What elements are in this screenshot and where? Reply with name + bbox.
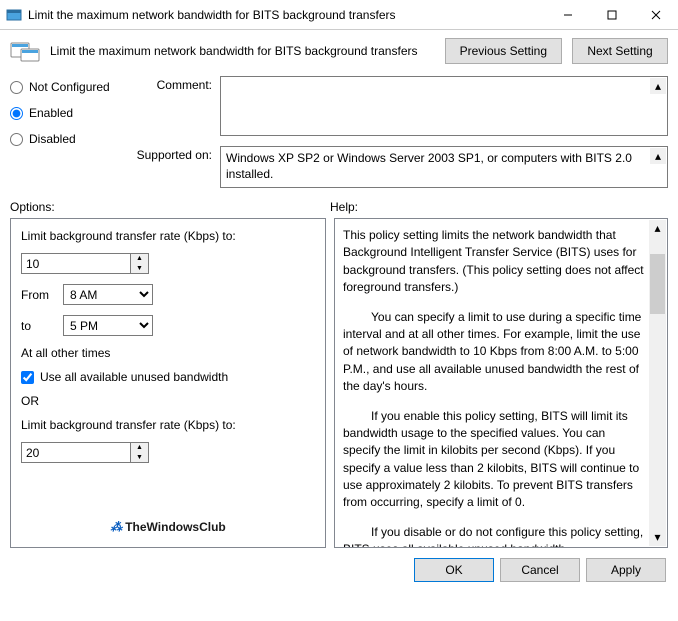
spin-up-icon[interactable]: ▲ [131, 254, 148, 264]
radio-not-configured-input[interactable] [10, 81, 23, 94]
use-all-bandwidth-checkbox[interactable]: Use all available unused bandwidth [21, 370, 315, 384]
radio-enabled[interactable]: Enabled [10, 106, 120, 120]
maximize-button[interactable] [590, 0, 634, 30]
state-radio-group: Not Configured Enabled Disabled [10, 76, 120, 188]
cancel-button[interactable]: Cancel [500, 558, 580, 582]
ok-button[interactable]: OK [414, 558, 494, 582]
from-label: From [21, 288, 55, 302]
minimize-button[interactable] [546, 0, 590, 30]
scroll-thumb[interactable] [650, 254, 665, 314]
help-paragraph: You can specify a limit to use during a … [343, 309, 645, 396]
watermark-logo: ⁂TheWindowsClub [11, 518, 325, 535]
apply-button[interactable]: Apply [586, 558, 666, 582]
options-heading: Options: [10, 200, 330, 214]
window-titlebar: Limit the maximum network bandwidth for … [0, 0, 678, 30]
window-title: Limit the maximum network bandwidth for … [28, 8, 546, 22]
policy-header: Limit the maximum network bandwidth for … [0, 30, 678, 76]
options-panel: Limit background transfer rate (Kbps) to… [10, 218, 326, 548]
app-icon [6, 7, 22, 23]
radio-disabled-label: Disabled [29, 132, 76, 146]
scroll-up-icon[interactable]: ▴ [650, 78, 666, 94]
radio-enabled-input[interactable] [10, 107, 23, 120]
supported-on-label: Supported on: [130, 146, 212, 188]
use-all-bandwidth-label: Use all available unused bandwidth [40, 370, 228, 384]
rate1-spinner[interactable]: ▲▼ [21, 253, 315, 274]
previous-setting-button[interactable]: Previous Setting [445, 38, 562, 64]
radio-disabled-input[interactable] [10, 133, 23, 146]
rate2-label: Limit background transfer rate (Kbps) to… [21, 418, 315, 432]
help-panel: This policy setting limits the network b… [334, 218, 668, 548]
logo-accent-icon: ⁂ [110, 520, 122, 534]
help-scrollbar[interactable]: ▴ ▾ [649, 220, 666, 546]
rate2-input[interactable] [21, 442, 131, 463]
scroll-down-icon[interactable]: ▾ [649, 529, 666, 546]
or-label: OR [21, 394, 315, 408]
radio-not-configured[interactable]: Not Configured [10, 80, 120, 94]
to-label: to [21, 319, 55, 333]
radio-disabled[interactable]: Disabled [10, 132, 120, 146]
help-paragraph: If you disable or do not configure this … [343, 524, 645, 548]
policy-icon [10, 40, 40, 62]
rate1-input[interactable] [21, 253, 131, 274]
spin-up-icon[interactable]: ▲ [131, 443, 148, 453]
use-all-bandwidth-input[interactable] [21, 371, 34, 384]
help-paragraph: If you enable this policy setting, BITS … [343, 408, 645, 512]
policy-title: Limit the maximum network bandwidth for … [50, 44, 435, 58]
supported-on-text: Windows XP SP2 or Windows Server 2003 SP… [220, 146, 668, 188]
from-time-select[interactable]: 8 AM [63, 284, 153, 305]
spin-down-icon[interactable]: ▼ [131, 453, 148, 463]
comment-label: Comment: [130, 76, 212, 136]
close-button[interactable] [634, 0, 678, 30]
dialog-footer: OK Cancel Apply [0, 548, 678, 592]
comment-textarea[interactable]: ▴ [220, 76, 668, 136]
help-paragraph: This policy setting limits the network b… [343, 227, 645, 297]
all-other-times-label: At all other times [21, 346, 315, 360]
spin-down-icon[interactable]: ▼ [131, 264, 148, 274]
rate1-label: Limit background transfer rate (Kbps) to… [21, 229, 315, 243]
scroll-up-icon[interactable]: ▴ [649, 220, 666, 237]
radio-enabled-label: Enabled [29, 106, 73, 120]
next-setting-button[interactable]: Next Setting [572, 38, 668, 64]
help-heading: Help: [330, 200, 358, 214]
scroll-up-icon[interactable]: ▴ [650, 148, 666, 164]
rate2-spinner[interactable]: ▲▼ [21, 442, 315, 463]
radio-not-configured-label: Not Configured [29, 80, 110, 94]
to-time-select[interactable]: 5 PM [63, 315, 153, 336]
